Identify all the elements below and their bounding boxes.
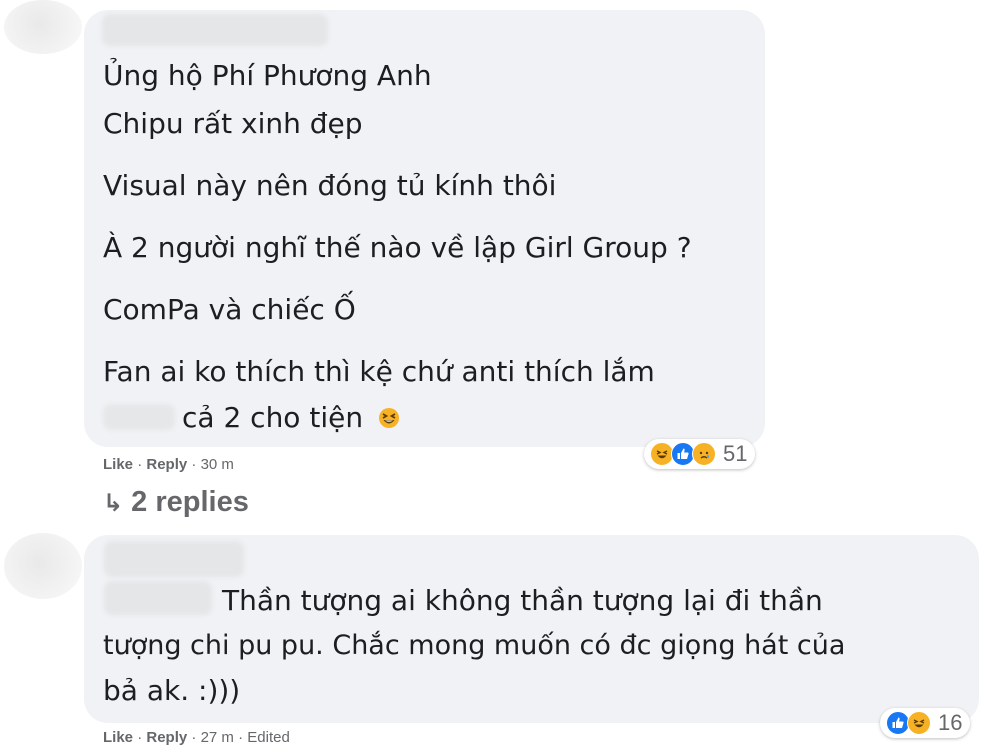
view-replies-link[interactable]: ↳ 2 replies: [103, 486, 249, 519]
comment-line: À 2 người nghĩ thế nào về lập Girl Group…: [103, 231, 692, 264]
separator: ·: [137, 456, 143, 473]
comment-line: cả 2 cho tiện: [182, 402, 400, 435]
comment-line: ComPa và chiếc Ố: [103, 293, 356, 326]
comment-line: Thần tượng ai không thần tượng lại đi th…: [222, 584, 823, 617]
separator: ·: [191, 729, 197, 746]
comment-line: Ủng hộ Phí Phương Anh: [103, 59, 432, 92]
separator: ·: [238, 729, 244, 746]
sad-icon: [692, 442, 716, 466]
timestamp[interactable]: 30 m: [201, 456, 234, 473]
redacted-author-name[interactable]: [104, 541, 244, 577]
replies-count-label: 2 replies: [131, 486, 249, 518]
separator: ·: [137, 729, 143, 746]
timestamp[interactable]: 27 m: [201, 729, 234, 746]
reply-arrow-icon: ↳: [103, 489, 124, 517]
redacted-mention: [104, 581, 212, 615]
separator: ·: [191, 456, 197, 473]
reply-link[interactable]: Reply: [146, 456, 187, 473]
redacted-author-name[interactable]: [102, 14, 328, 46]
commenter-avatar[interactable]: [4, 533, 82, 599]
reply-link[interactable]: Reply: [146, 729, 187, 746]
reaction-summary[interactable]: 51: [644, 439, 756, 469]
reaction-count: 51: [723, 441, 748, 466]
reaction-summary[interactable]: 16: [880, 708, 971, 738]
redacted-mention: [103, 404, 175, 430]
comment-actions: Like · Reply · 27 m · Edited: [103, 729, 290, 746]
comment-line: tượng chi pu pu. Chắc mong muốn có đc gi…: [103, 630, 846, 661]
like-link[interactable]: Like: [103, 456, 133, 473]
comment-line: Visual này nên đóng tủ kính thôi: [103, 169, 557, 202]
comment-line: bả ak. :))): [103, 674, 241, 707]
edited-label[interactable]: Edited: [247, 729, 290, 746]
reaction-count: 16: [938, 710, 963, 735]
comment-actions: Like · Reply · 30 m: [103, 456, 234, 473]
grinning-squinting-face-icon: [378, 404, 400, 435]
comment-line: Chipu rất xinh đẹp: [103, 107, 363, 140]
comment-line-text: cả 2 cho tiện: [182, 401, 364, 434]
like-link[interactable]: Like: [103, 729, 133, 746]
commenter-avatar[interactable]: [4, 0, 82, 54]
haha-icon: [907, 711, 931, 735]
comment-line: Fan ai ko thích thì kệ chứ anti thích lắ…: [103, 355, 655, 388]
